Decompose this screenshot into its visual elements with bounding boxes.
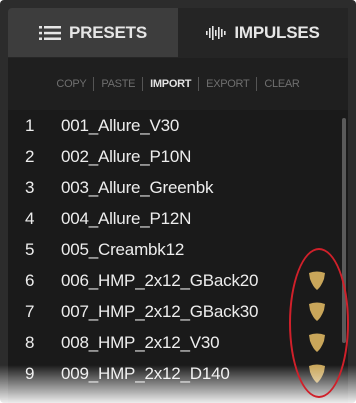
impulse-number: 2 bbox=[25, 146, 35, 166]
clear-button[interactable]: CLEAR bbox=[260, 78, 303, 90]
tab-presets-label: PRESETS bbox=[69, 22, 147, 42]
impulse-name: 001_Allure_V30 bbox=[61, 115, 180, 135]
tab-presets[interactable]: PRESETS bbox=[8, 8, 178, 58]
list-item[interactable]: 2 002_Allure_P10N bbox=[8, 141, 348, 172]
list-item[interactable]: 5 005_Creambk12 bbox=[8, 234, 348, 265]
impulse-list[interactable]: 1 001_Allure_V30 2 002_Allure_P10N 3 003_Allu… bbox=[8, 110, 348, 403]
tab-bar: PRESETS IMPULSES bbox=[8, 8, 348, 58]
impulse-toolbar: COPY PASTE IMPORT EXPORT CLEAR bbox=[8, 58, 348, 110]
export-button[interactable]: EXPORT bbox=[202, 78, 253, 90]
shield-icon bbox=[309, 302, 325, 321]
list-item[interactable]: 3 003_Allure_Greenbk bbox=[8, 172, 348, 203]
impulse-number: 6 bbox=[25, 270, 35, 290]
list-item[interactable]: 8 008_HMP_2x12_V30 bbox=[8, 327, 348, 358]
list-item[interactable]: 7 007_HMP_2x12_GBack30 bbox=[8, 296, 348, 327]
shield-icon bbox=[309, 364, 325, 383]
impulse-name: 004_Allure_P12N bbox=[61, 208, 192, 228]
copy-button[interactable]: COPY bbox=[52, 78, 90, 90]
scrollbar[interactable] bbox=[342, 118, 346, 343]
impulse-name: 007_HMP_2x12_GBack30 bbox=[61, 301, 259, 321]
impulse-number: 8 bbox=[25, 332, 35, 352]
impulses-panel: PRESETS IMPULSES COPY PASTE IMPORT EXPOR… bbox=[0, 0, 356, 403]
impulse-number: 1 bbox=[25, 115, 35, 135]
impulse-name: 005_Creambk12 bbox=[61, 239, 185, 259]
impulse-number: 4 bbox=[25, 208, 35, 228]
shield-icon bbox=[309, 271, 325, 290]
list-item[interactable]: 4 004_Allure_P12N bbox=[8, 203, 348, 234]
import-button[interactable]: IMPORT bbox=[146, 78, 195, 90]
impulse-number: 7 bbox=[25, 301, 35, 321]
toolbar-divider bbox=[256, 77, 258, 91]
impulse-name: 002_Allure_P10N bbox=[61, 146, 192, 166]
list-item[interactable]: 6 006_HMP_2x12_GBack20 bbox=[8, 265, 348, 296]
impulse-name: 009_HMP_2x12_D140 bbox=[61, 363, 230, 383]
impulse-number: 5 bbox=[25, 239, 35, 259]
paste-button[interactable]: PASTE bbox=[97, 78, 139, 90]
toolbar-divider bbox=[142, 77, 144, 91]
impulse-name: 003_Allure_Greenbk bbox=[61, 177, 214, 197]
impulse-number: 3 bbox=[25, 177, 35, 197]
impulse-number: 9 bbox=[25, 363, 35, 383]
tab-impulses[interactable]: IMPULSES bbox=[178, 8, 348, 58]
impulse-name: 008_HMP_2x12_V30 bbox=[61, 332, 220, 352]
toolbar-divider bbox=[93, 77, 95, 91]
list-item[interactable]: 9 009_HMP_2x12_D140 bbox=[8, 358, 348, 389]
impulse-name: 006_HMP_2x12_GBack20 bbox=[61, 270, 259, 290]
tab-impulses-label: IMPULSES bbox=[234, 23, 320, 42]
toolbar-divider bbox=[198, 77, 200, 91]
list-item[interactable]: 1 001_Allure_V30 bbox=[8, 110, 348, 141]
shield-icon bbox=[309, 333, 325, 352]
list-icon bbox=[39, 25, 62, 40]
waveform-icon bbox=[206, 26, 226, 40]
